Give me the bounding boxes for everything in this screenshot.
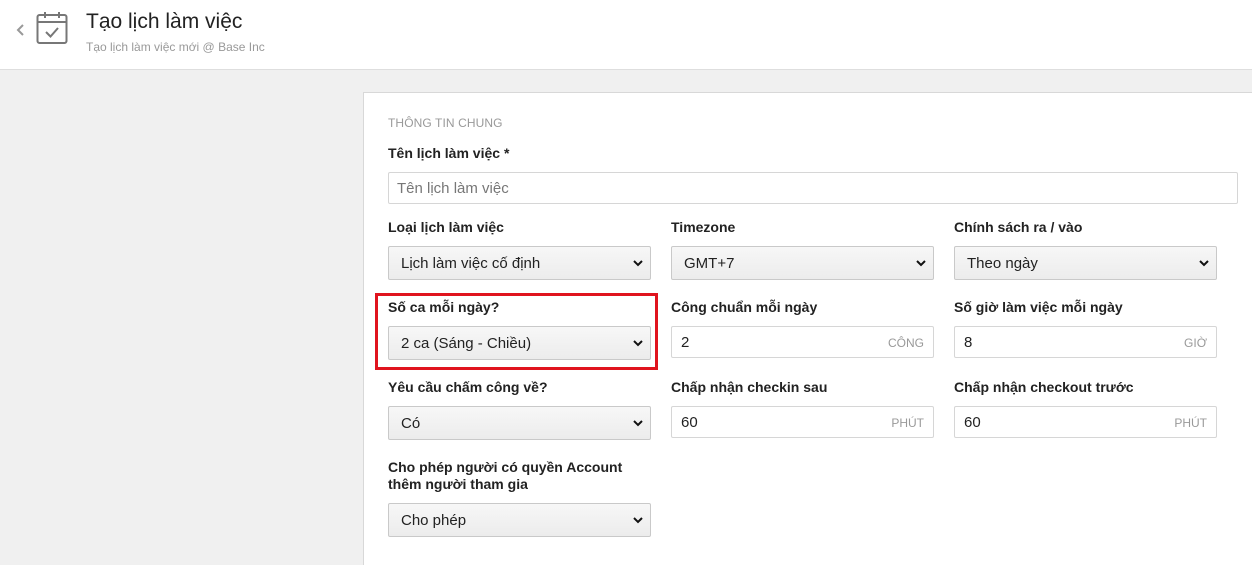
schedule-type-select[interactable]: Lịch làm việc cố định [388,246,651,280]
chevron-down-icon [633,340,643,347]
page-title: Tạo lịch làm việc [86,10,243,33]
checkin-policy-value: Theo ngày [967,255,1038,272]
chevron-down-icon [633,260,643,267]
schedule-name-input[interactable] [388,172,1238,204]
checkin-after-unit: PHÚT [891,416,924,430]
shifts-per-day-value: 2 ca (Sáng - Chiều) [401,335,532,352]
require-checkout-select[interactable]: Có [388,406,651,440]
chevron-down-icon [633,420,643,427]
chevron-down-icon [633,517,643,524]
standard-workday-label: Công chuẩn mỗi ngày [671,299,818,315]
checkout-before-unit: PHÚT [1174,416,1207,430]
section-title: THÔNG TIN CHUNG [388,116,503,130]
hours-per-day-unit: GIỜ [1184,336,1207,350]
hours-per-day-value: 8 [964,334,973,351]
timezone-label: Timezone [671,219,736,235]
hours-per-day-label: Số giờ làm việc mỗi ngày [954,299,1123,315]
standard-workday-unit: CÔNG [888,336,924,350]
chevron-down-icon [1199,260,1209,267]
checkin-policy-select[interactable]: Theo ngày [954,246,1217,280]
checkout-before-input[interactable]: 60 PHÚT [954,406,1217,438]
schedule-type-value: Lịch làm việc cố định [401,255,541,272]
allow-add-select[interactable]: Cho phép [388,503,651,537]
standard-workday-input[interactable]: 2 CÔNG [671,326,934,358]
allow-add-value: Cho phép [401,512,467,529]
timezone-select[interactable]: GMT+7 [671,246,934,280]
page-subtitle: Tạo lịch làm việc mới @ Base Inc [86,40,265,54]
hours-per-day-input[interactable]: 8 GIỜ [954,326,1217,358]
timezone-value: GMT+7 [684,255,735,272]
checkout-before-value: 60 [964,414,981,431]
checkin-policy-label: Chính sách ra / vào [954,219,1083,235]
checkin-after-input[interactable]: 60 PHÚT [671,406,934,438]
chevron-left-icon[interactable] [13,20,29,40]
calendar-check-icon [36,12,68,44]
schedule-type-label: Loại lịch làm việc [388,219,504,235]
shifts-per-day-select[interactable]: 2 ca (Sáng - Chiều) [388,326,651,360]
page-header: Tạo lịch làm việc Tạo lịch làm việc mới … [0,0,1252,70]
allow-add-label: Cho phép người có quyền Account thêm ngư… [388,459,623,492]
require-checkout-label: Yêu cầu chấm công về? [388,379,548,395]
chevron-down-icon [916,260,926,267]
name-label: Tên lịch làm việc * [388,145,510,161]
standard-workday-value: 2 [681,334,690,351]
checkout-before-label: Chấp nhận checkout trước [954,379,1134,395]
checkin-after-value: 60 [681,414,698,431]
shifts-per-day-label: Số ca mỗi ngày? [388,299,500,315]
checkin-after-label: Chấp nhận checkin sau [671,379,828,395]
require-checkout-value: Có [401,415,421,432]
